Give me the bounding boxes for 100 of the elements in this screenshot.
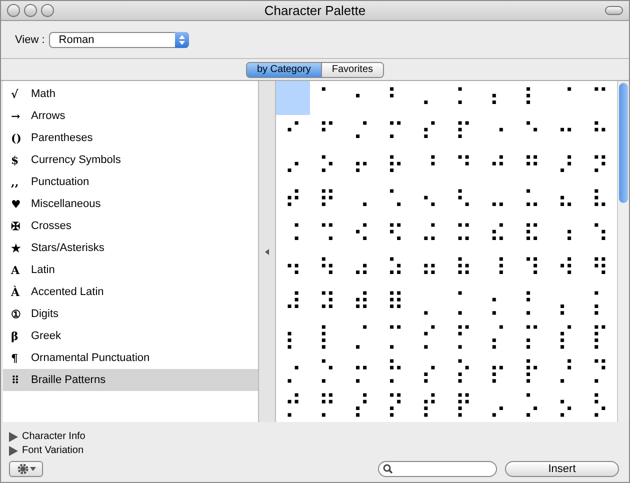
braille-cell[interactable]: ⠹ [514,251,549,285]
braille-cell[interactable]: ⠄ [412,81,446,115]
category-item[interactable]: √ Math [3,83,258,105]
scroll-thumb[interactable] [619,83,628,203]
braille-cell[interactable]: ⠎ [412,115,446,149]
braille-cell[interactable]: ⡚ [276,387,310,421]
braille-cell[interactable]: ⠝ [582,149,617,183]
toolbar-toggle-button[interactable] [605,6,623,15]
braille-cell[interactable]: ⠦ [548,183,583,217]
braille-cell[interactable]: ⡎ [548,319,583,353]
braille-cell[interactable]: ⡃ [514,285,549,319]
category-item[interactable]: β Greek [3,325,258,347]
braille-cell[interactable]: ⡍ [514,319,549,353]
braille-cell[interactable]: ⠚ [480,149,515,183]
braille-cell[interactable]: ⠇ [514,81,549,115]
braille-cell[interactable]: ⡢ [548,387,583,421]
braille-cell[interactable]: ⠸ [480,251,515,285]
category-item[interactable]: À Accented Latin [3,281,258,303]
braille-cell[interactable]: ⠵ [378,251,412,285]
braille-cell[interactable]: ⠥ [514,183,549,217]
braille-cell[interactable]: ⠪ [344,217,378,251]
close-button[interactable] [7,4,20,17]
braille-cell[interactable]: ⠘ [412,149,446,183]
braille-cell[interactable]: ⠩ [310,217,344,251]
action-menu-button[interactable] [9,461,43,477]
braille-cell[interactable]: ⡡ [514,387,549,421]
braille-cell[interactable]: ⠺ [548,251,583,285]
category-item[interactable]: ✠ Crosses [3,215,258,237]
braille-cell[interactable]: ⡌ [480,319,515,353]
braille-cell[interactable]: ⠈ [548,81,583,115]
braille-cell[interactable]: ⠋ [310,115,344,149]
braille-cell[interactable]: ⡜ [344,387,378,421]
braille-cell[interactable]: ⡗ [514,353,549,387]
braille-cell[interactable]: ⡂ [480,285,515,319]
braille-cell[interactable]: ⠅ [446,81,481,115]
braille-cell[interactable]: ⡋ [446,319,481,353]
braille-cell[interactable]: ⠧ [582,183,617,217]
braille-cell[interactable]: ⡆ [276,319,310,353]
braille-cell[interactable]: ⠛ [514,149,549,183]
braille-cell[interactable]: ⠖ [344,149,378,183]
braille-cell[interactable]: ⠽ [310,285,344,319]
braille-cell[interactable]: ⠲ [276,251,310,285]
braille-cell[interactable]: ⠱ [582,217,617,251]
scroll-bar[interactable] [617,81,629,422]
braille-cell[interactable]: ⡇ [310,319,344,353]
braille-cell[interactable]: ⠼ [276,285,310,319]
braille-cell[interactable]: ⡔ [412,353,446,387]
zoom-button[interactable] [41,4,54,17]
braille-cell[interactable]: ⡝ [378,387,412,421]
braille-cell[interactable]: ⠞ [276,183,310,217]
braille-cell[interactable]: ⠍ [378,115,412,149]
braille-cell[interactable]: ⡊ [412,319,446,353]
disclosure-label[interactable]: Character Info [22,429,86,444]
braille-cell[interactable]: ⠤ [480,183,515,217]
braille-cell[interactable]: ⡀ [412,285,446,319]
view-popup[interactable]: Roman [48,32,189,48]
category-item[interactable]: ⠿ Braille Patterns [3,369,258,391]
braille-cell[interactable]: ⠨ [276,217,310,251]
braille-cell[interactable]: ⡁ [446,285,481,319]
braille-cell[interactable]: ⠭ [446,217,481,251]
braille-cell[interactable]: ⠕ [310,149,344,183]
braille-cell[interactable]: ⠌ [344,115,378,149]
braille-cell[interactable]: ⠢ [412,183,446,217]
braille-cell[interactable]: ⡏ [582,319,617,353]
braille-cell[interactable]: ⡑ [310,353,344,387]
disclosure-label[interactable]: Font Variation [22,443,84,458]
braille-cell[interactable]: ⡅ [582,285,617,319]
braille-cell[interactable]: ⡐ [276,353,310,387]
split-handle[interactable] [259,81,275,422]
category-item[interactable]: ♥ Miscellaneous [3,193,258,215]
braille-cell[interactable]: ⠶ [412,251,446,285]
braille-cell[interactable]: ⠉ [582,81,617,115]
braille-cell[interactable]: ⡙ [582,353,617,387]
braille-cell[interactable]: ⡞ [412,387,446,421]
search-field[interactable] [378,461,497,477]
segment-tab[interactable]: Favorites [322,62,384,76]
braille-cell[interactable]: ⡘ [548,353,583,387]
category-item[interactable]: → Arrows [3,105,258,127]
braille-cell[interactable]: ⠰ [548,217,583,251]
braille-cell[interactable]: ⡉ [378,319,412,353]
braille-cell[interactable]: ⠙ [446,149,481,183]
braille-cell[interactable]: ⡒ [344,353,378,387]
braille-cell[interactable]: ⡣ [582,387,617,421]
category-item[interactable]: $ Currency Symbols [3,149,258,171]
braille-cell[interactable]: ⠆ [480,81,515,115]
category-item[interactable]: ★ Stars/Asterisks [3,237,258,259]
braille-cell[interactable]: ⡠ [480,387,515,421]
braille-cell[interactable]: ⠫ [378,217,412,251]
braille-cell[interactable]: ⠳ [310,251,344,285]
braille-cell[interactable]: ⠃ [378,81,412,115]
braille-cell[interactable]: ⠐ [480,115,515,149]
braille-cell[interactable]: ⡓ [378,353,412,387]
braille-cell[interactable]: ⡈ [344,319,378,353]
segment-tab[interactable]: by Category [246,62,322,76]
braille-cell[interactable] [276,81,310,115]
braille-cell[interactable]: ⠊ [276,115,310,149]
braille-cell[interactable]: ⠁ [310,81,344,115]
category-item[interactable]: () Parentheses [3,127,258,149]
braille-cell[interactable]: ⠑ [514,115,549,149]
braille-cell[interactable]: ⠂ [344,81,378,115]
